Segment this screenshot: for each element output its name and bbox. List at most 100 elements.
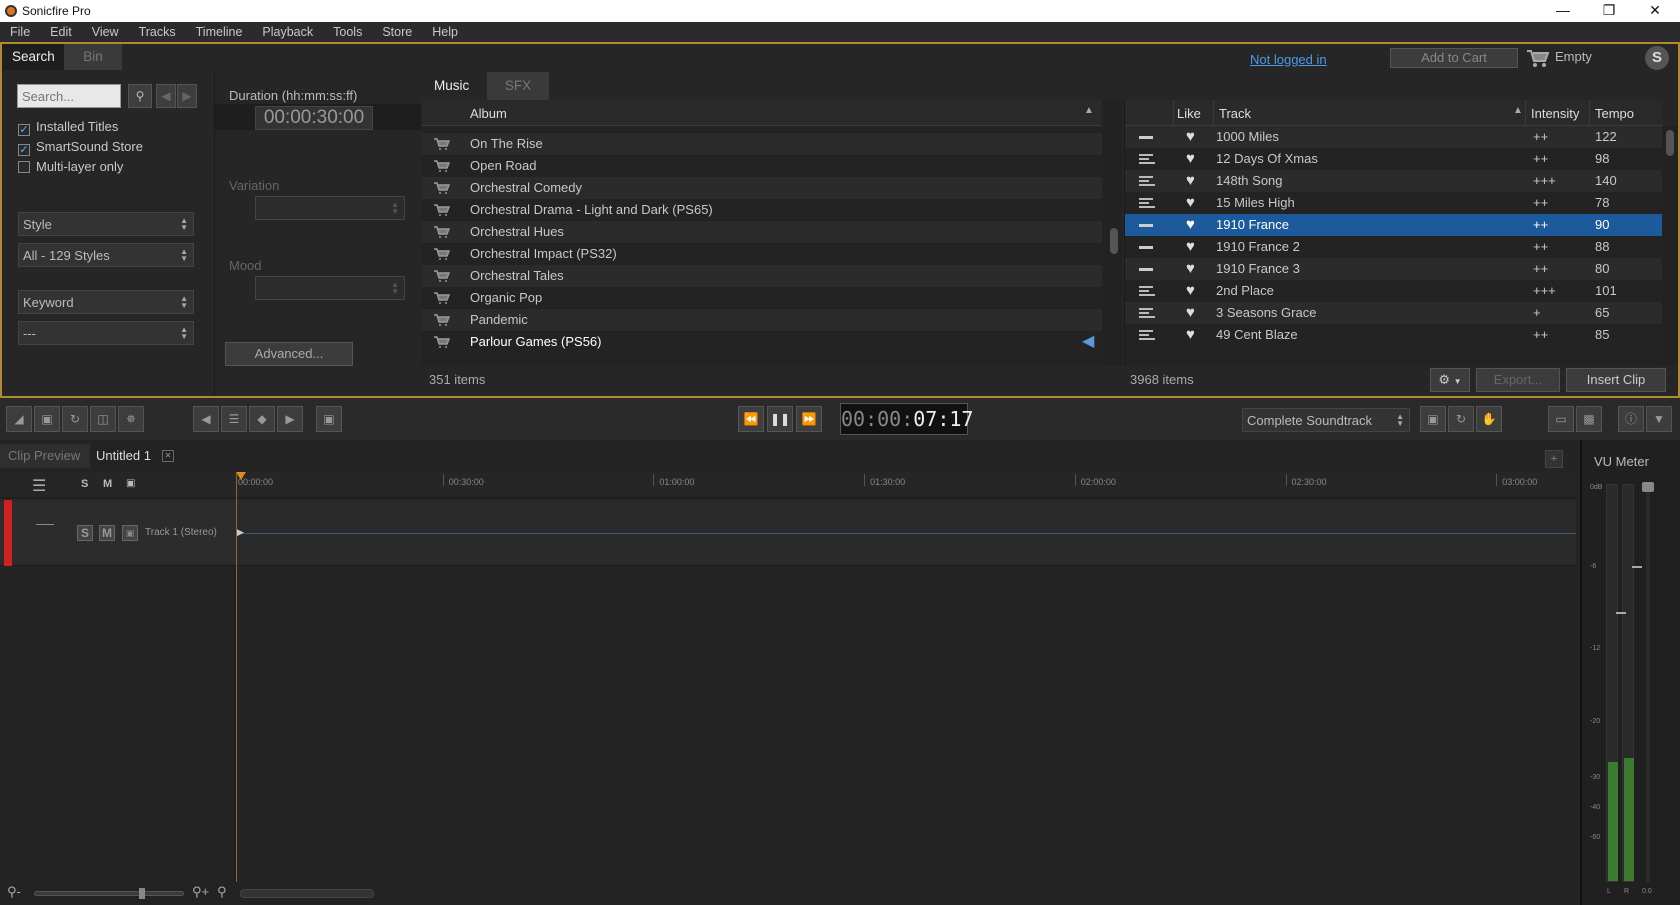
track-row[interactable]: ♥ 1000 Miles ++ 122 — [1125, 126, 1663, 148]
vu-gain-handle[interactable] — [1642, 482, 1654, 492]
add-track-button[interactable]: + — [1545, 450, 1563, 468]
track-mute-button[interactable]: M — [99, 525, 115, 541]
refresh-button[interactable]: ↻ — [62, 406, 88, 432]
time-ruler[interactable]: 00:00:00 00:30:00 01:00:00 01:30:00 02:00:00… — [236, 472, 1576, 498]
next-marker-button[interactable]: ▶ — [277, 406, 303, 432]
track-1-header[interactable]: S M ▣ Track 1 (Stereo) — [0, 500, 236, 566]
album-row[interactable]: Open Road — [422, 155, 1102, 177]
pause-button[interactable]: ❚❚ — [767, 406, 793, 432]
menu-view[interactable]: View — [82, 22, 129, 39]
track-solo-button[interactable]: S — [77, 525, 93, 541]
cart-icon[interactable] — [1526, 48, 1550, 68]
track-scrollbar[interactable] — [1662, 126, 1678, 366]
tab-search[interactable]: Search — [2, 44, 65, 70]
cart-icon[interactable] — [434, 182, 450, 194]
pip-button[interactable]: ▩ — [1576, 406, 1602, 432]
zoom-slider[interactable] — [34, 888, 184, 899]
mixer-button[interactable]: ☰ — [221, 406, 247, 432]
album-row[interactable]: Orchestral Hues — [422, 221, 1102, 243]
style-value-select[interactable]: All - 129 Styles ▲ ▼ — [18, 243, 194, 267]
export-button[interactable]: Export... — [1476, 368, 1560, 392]
tab-music[interactable]: Music — [424, 72, 480, 100]
close-button[interactable]: ✕ — [1632, 0, 1678, 22]
heart-icon[interactable]: ♥ — [1186, 126, 1195, 148]
vu-gain-slider[interactable] — [1642, 482, 1654, 882]
fast-forward-button[interactable]: ⏩ — [796, 406, 822, 432]
album-header[interactable]: Album ▲ — [422, 100, 1102, 126]
zoom-fit-icon[interactable]: ⚲ — [217, 884, 227, 900]
track-scroll-thumb[interactable] — [1666, 130, 1674, 156]
store-button[interactable]: ▣ — [316, 406, 342, 432]
heart-icon[interactable]: ♥ — [1186, 302, 1195, 324]
minimize-button[interactable]: — — [1540, 0, 1586, 22]
maximize-button[interactable]: ❐ — [1586, 0, 1632, 22]
duration-field[interactable]: 00:00:30:00 — [255, 106, 373, 130]
search-forward-button[interactable]: ▶ — [177, 84, 197, 108]
heart-icon[interactable]: ♥ — [1186, 148, 1195, 170]
timeline-hscrollbar[interactable] — [240, 889, 374, 898]
mood-select[interactable]: ▲ ▼ — [255, 276, 405, 300]
tag-button[interactable]: ▣ — [34, 406, 60, 432]
zoom-in-icon[interactable]: ⚲+ — [192, 884, 209, 900]
album-row[interactable]: Orchestral Comedy — [422, 177, 1102, 199]
track-lock-button[interactable]: ▣ — [122, 525, 138, 541]
variation-select[interactable]: ▲ ▼ — [255, 196, 405, 220]
track-row[interactable]: ♥ 1910 France ++ 90 — [1125, 214, 1663, 236]
heart-icon[interactable]: ♥ — [1186, 236, 1195, 258]
intensity-column-header[interactable]: Intensity — [1531, 106, 1579, 121]
album-row[interactable]: Parlour Games (PS56) ◀ — [422, 331, 1102, 353]
video-button[interactable]: ◫ — [90, 406, 116, 432]
album-row[interactable]: On The Rise — [422, 133, 1102, 155]
cart-icon[interactable] — [434, 138, 450, 150]
shield-button[interactable]: ▼ — [1646, 406, 1672, 432]
zoom-out-icon[interactable]: ⚲- — [7, 884, 21, 900]
soundtrack-mode-select[interactable]: Complete Soundtrack ▲ ▼ — [1242, 408, 1410, 432]
heart-icon[interactable]: ♥ — [1186, 324, 1195, 346]
previous-marker-button[interactable]: ◀ — [193, 406, 219, 432]
menu-help[interactable]: Help — [422, 22, 468, 39]
cart-icon[interactable] — [434, 226, 450, 238]
window-layout-button[interactable]: ▭ — [1548, 406, 1574, 432]
cart-icon[interactable] — [434, 292, 450, 304]
insert-clip-button[interactable]: Insert Clip — [1566, 368, 1666, 392]
tab-clip-preview[interactable]: Clip Preview — [0, 444, 90, 468]
add-marker-button[interactable]: ◆ — [249, 406, 275, 432]
album-row[interactable]: Orchestral Drama - Light and Dark (PS65) — [422, 199, 1102, 221]
attach-button[interactable]: ✵ — [118, 406, 144, 432]
settings-menu-button[interactable]: ⚙ ▼ — [1430, 368, 1470, 392]
track-row[interactable]: ♥ 49 Cent Blaze ++ 85 — [1125, 324, 1663, 346]
cart-icon[interactable] — [434, 336, 450, 348]
playhead-marker-icon[interactable] — [236, 472, 246, 480]
advanced-button[interactable]: Advanced... — [225, 342, 353, 366]
search-back-button[interactable]: ◀ — [156, 84, 176, 108]
info-button[interactable]: ⓘ — [1618, 406, 1644, 432]
menu-playback[interactable]: Playback — [252, 22, 323, 39]
multi-layer-checkbox[interactable]: Multi-layer only — [18, 159, 123, 174]
menu-edit[interactable]: Edit — [40, 22, 82, 39]
album-scroll-thumb[interactable] — [1110, 228, 1118, 254]
heart-icon[interactable]: ♥ — [1186, 192, 1195, 214]
login-link[interactable]: Not logged in — [1250, 52, 1327, 67]
zoom-slider-handle[interactable] — [139, 888, 145, 899]
album-row[interactable]: Organic Pop — [422, 287, 1102, 309]
heart-icon[interactable]: ♥ — [1186, 170, 1195, 192]
heart-icon[interactable]: ♥ — [1186, 280, 1195, 302]
search-button[interactable]: ⚲ — [128, 84, 152, 108]
like-column-header[interactable]: Like — [1173, 106, 1201, 121]
tab-bin[interactable]: Bin — [64, 44, 122, 70]
album-row[interactable]: Orchestral Impact (PS32) — [422, 243, 1102, 265]
smartsound-store-checkbox[interactable]: ✓ SmartSound Store — [18, 139, 143, 156]
add-to-cart-button[interactable]: Add to Cart — [1390, 48, 1518, 68]
track-column-header[interactable]: Track — [1219, 106, 1251, 121]
track-row[interactable]: ♥ 3 Seasons Grace +65 — [1125, 302, 1663, 324]
keyword-value-select[interactable]: --- ▲ ▼ — [18, 321, 194, 345]
heart-icon[interactable]: ♥ — [1186, 214, 1195, 236]
cart-icon[interactable] — [434, 204, 450, 216]
marker-button[interactable]: ◢ — [6, 406, 32, 432]
menu-tracks[interactable]: Tracks — [129, 22, 186, 39]
track-row[interactable]: ♥ 1910 France 3 ++ 80 — [1125, 258, 1663, 280]
menu-tools[interactable]: Tools — [323, 22, 372, 39]
cart-icon[interactable] — [434, 270, 450, 282]
close-tab-icon[interactable]: ✕ — [162, 450, 174, 462]
loop-button[interactable]: ↻ — [1448, 406, 1474, 432]
